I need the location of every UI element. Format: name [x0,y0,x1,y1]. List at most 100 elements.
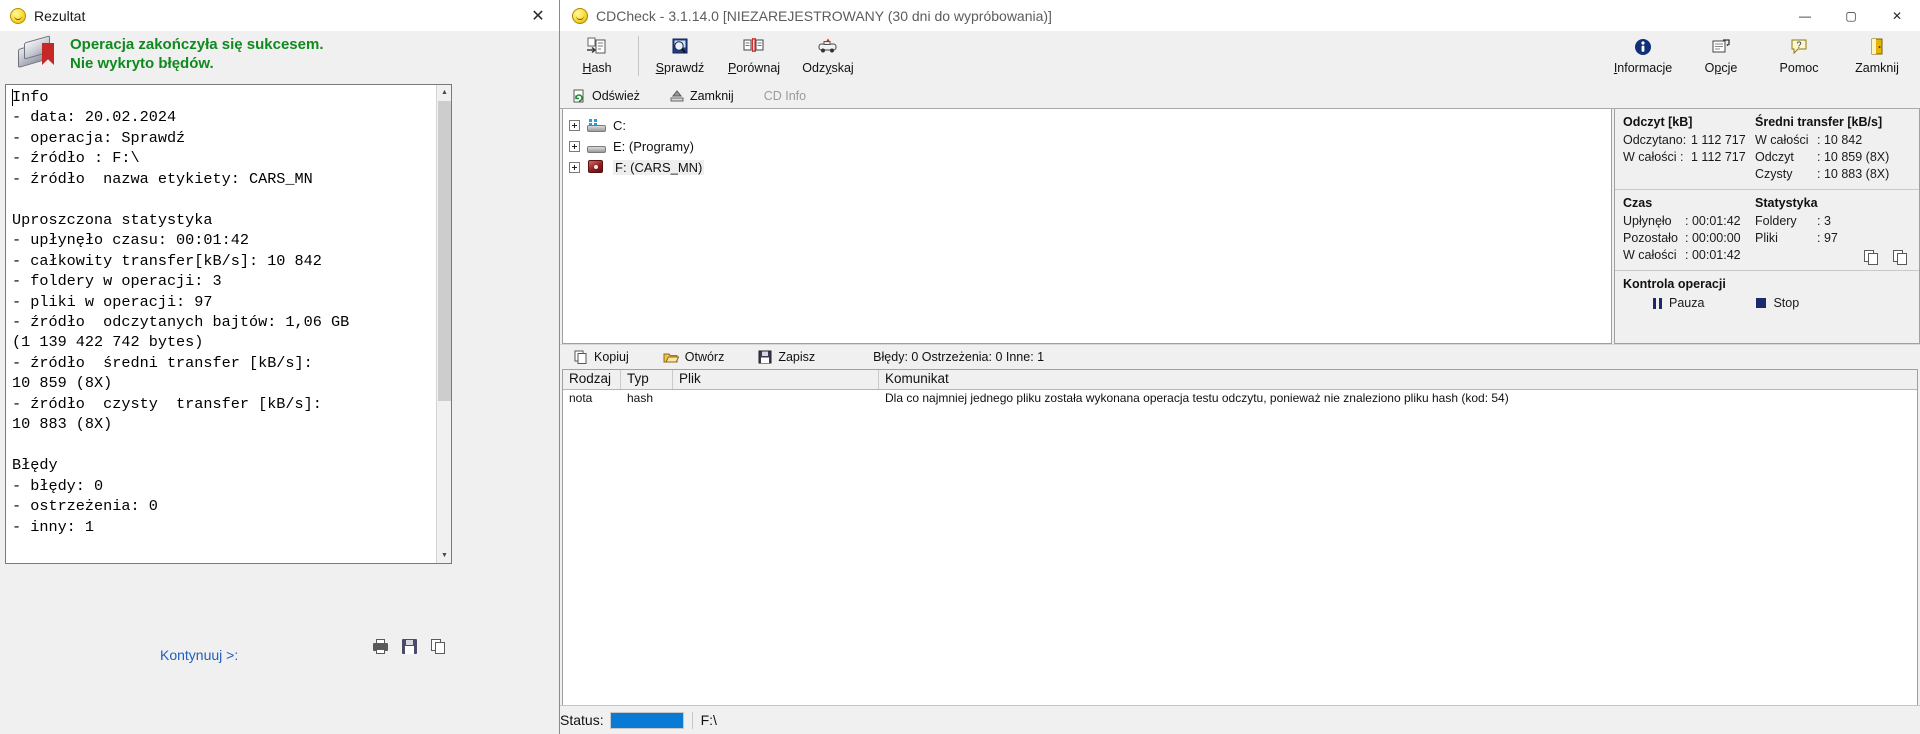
toolbar-button-informacje[interactable]: Informacje [1604,34,1682,75]
read-value-1: 1 112 717 [1691,150,1746,164]
scrollbar-thumb[interactable] [438,101,451,401]
result-banner: Operacja zakończyła się sukcesem. Nie wy… [0,31,559,79]
read-row: Odczytano: 1 112 717 [1623,132,1755,149]
report-textarea[interactable]: Info - data: 20.02.2024 - operacja: Spra… [5,84,452,564]
stop-button[interactable]: Stop [1756,296,1799,310]
stat-key-1: Pliki [1755,231,1778,245]
results-button-zapisz[interactable]: Zapisz [758,350,815,364]
save-disk-icon [758,350,772,364]
toolbar-label-sprawdz: Sprawdź [655,61,705,75]
toolbar-label-opcje: Opcje [1704,61,1738,75]
stop-icon [1756,298,1767,308]
report-scrollbar[interactable]: ▲ ▼ [436,85,451,563]
tree-item-e[interactable]: E: (Programy) [569,136,1611,157]
time-key-1: Pozostało [1623,231,1678,245]
cell-typ: hash [627,391,654,405]
verify-magnifier-icon [669,36,691,58]
copy-report-icon[interactable] [1863,249,1880,266]
column-header-komunikat[interactable]: Komunikat [879,370,1917,389]
result-dialog-footer: Kontynuuj >: [0,634,455,734]
read-transfer-block: Odczyt [kB] Odczytano: 1 112 717 W całoś… [1615,109,1919,189]
refresh-icon [572,89,586,103]
toolbar-label-zamknij: Zamknij [1855,61,1899,75]
toolbar-button-sprawdz[interactable]: Sprawdź [643,34,717,75]
toolbar-button-odzyskaj[interactable]: Odzyskaj [791,34,865,75]
drive-tree[interactable]: C: E: (Programy) F: (CARS_MN) [562,109,1612,344]
save-icon[interactable] [401,638,418,655]
minimize-icon[interactable]: — [1782,0,1828,31]
hash-icon [586,36,608,58]
avg-key-2: Czysty [1755,167,1793,181]
results-label-otworz: Otwórz [684,350,725,364]
open-folder-icon [663,350,679,364]
statistics-panel: Odczyt [kB] Odczytano: 1 112 717 W całoś… [1614,109,1920,344]
scroll-up-icon[interactable]: ▲ [437,85,451,100]
subbar-button-odswiez[interactable]: Odśwież [572,89,640,103]
results-button-otworz[interactable]: Otwórz [663,350,725,364]
expander-icon[interactable] [569,162,580,173]
avg-key-0: W całości [1755,133,1809,147]
column-header-plik[interactable]: Plik [673,370,879,389]
expander-icon[interactable] [569,141,580,152]
avg-transfer-column: Średni transfer [kB/s] W całości : 10 84… [1755,115,1889,183]
subbar-button-zamknij[interactable]: Zamknij [670,89,734,103]
statistics-row: Pliki : 97 [1755,230,1838,247]
table-row[interactable]: nota hash Dla co najmniej jednego pliku … [563,390,1917,408]
hard-drive-icon [587,139,606,154]
results-table-header: Rodzaj Typ Plik Komunikat [563,370,1917,390]
stats-copy-icons [1863,249,1909,266]
subbar-label-odswiez: Odśwież [592,88,640,103]
system-drive-icon [587,118,606,133]
close-window-icon[interactable]: ✕ [1874,0,1920,31]
tree-item-c[interactable]: C: [569,115,1611,136]
continue-button[interactable]: Kontynuuj >: [160,647,238,663]
statistics-row: Foldery : 3 [1755,213,1838,230]
tree-label-c: C: [613,118,626,133]
eject-icon [670,89,684,103]
printer-icon[interactable] [372,638,389,655]
results-counts: Błędy: 0 Ostrzeżenia: 0 Inne: 1 [873,350,1045,364]
toolbar-button-zamknij[interactable]: Zamknij [1838,34,1916,75]
copy-icon [574,350,588,364]
read-column: Odczyt [kB] Odczytano: 1 112 717 W całoś… [1623,115,1755,183]
close-icon[interactable]: ✕ [523,3,553,29]
disc-success-icon [14,35,56,73]
toolbar-button-opcje[interactable]: Opcje [1682,34,1760,75]
status-label: Status: [560,712,604,728]
tree-item-f[interactable]: F: (CARS_MN) [569,157,1611,178]
expander-icon[interactable] [569,120,580,131]
read-key-1: W całości : [1623,150,1684,164]
read-value-0: 1 112 717 [1691,133,1746,147]
result-footer-icons [372,638,447,655]
result-dialog-title: Rezultat [34,7,86,24]
recover-icon [816,36,840,58]
options-icon [1710,36,1732,58]
status-progress-cell: F:\ [609,709,717,732]
operation-control-header: Kontrola operacji [1623,277,1726,291]
pause-button[interactable]: Pauza [1653,296,1704,310]
time-row: Upłynęło : 00:01:42 [1623,213,1755,230]
time-value-2: : 00:01:42 [1685,248,1741,262]
toolbar-button-porownaj[interactable]: Porównaj [717,34,791,75]
statistics-header: Statystyka [1755,196,1818,210]
results-button-kopiuj[interactable]: Kopiuj [574,350,629,364]
scroll-down-icon[interactable]: ▼ [437,548,451,563]
column-header-typ[interactable]: Typ [621,370,673,389]
read-row: W całości : 1 112 717 [1623,149,1755,166]
time-key-0: Upłynęło [1623,214,1672,228]
avg-row: W całości : 10 842 [1755,132,1889,149]
toolbar-button-pomoc[interactable]: ? Pomoc [1760,34,1838,75]
toolbar-label-porownaj: Porównaj [727,61,781,75]
statusbar: Status: F:\ [560,705,1920,734]
tree-label-f: F: (CARS_MN) [613,160,705,175]
column-header-rodzaj[interactable]: Rodzaj [563,370,621,389]
result-banner-line1: Operacja zakończyła się sukcesem. [70,35,324,53]
maximize-icon[interactable]: ▢ [1828,0,1874,31]
stat-value-1: : 97 [1817,231,1838,245]
copy-clipboard-icon[interactable] [1892,249,1909,266]
results-table[interactable]: Rodzaj Typ Plik Komunikat nota hash Dla … [562,369,1918,721]
avg-row: Czysty : 10 883 (8X) [1755,166,1889,183]
copy-icon[interactable] [430,638,447,655]
toolbar-button-hash[interactable]: Hash [560,34,634,75]
toolbar-label-hash: Hash [582,61,612,75]
